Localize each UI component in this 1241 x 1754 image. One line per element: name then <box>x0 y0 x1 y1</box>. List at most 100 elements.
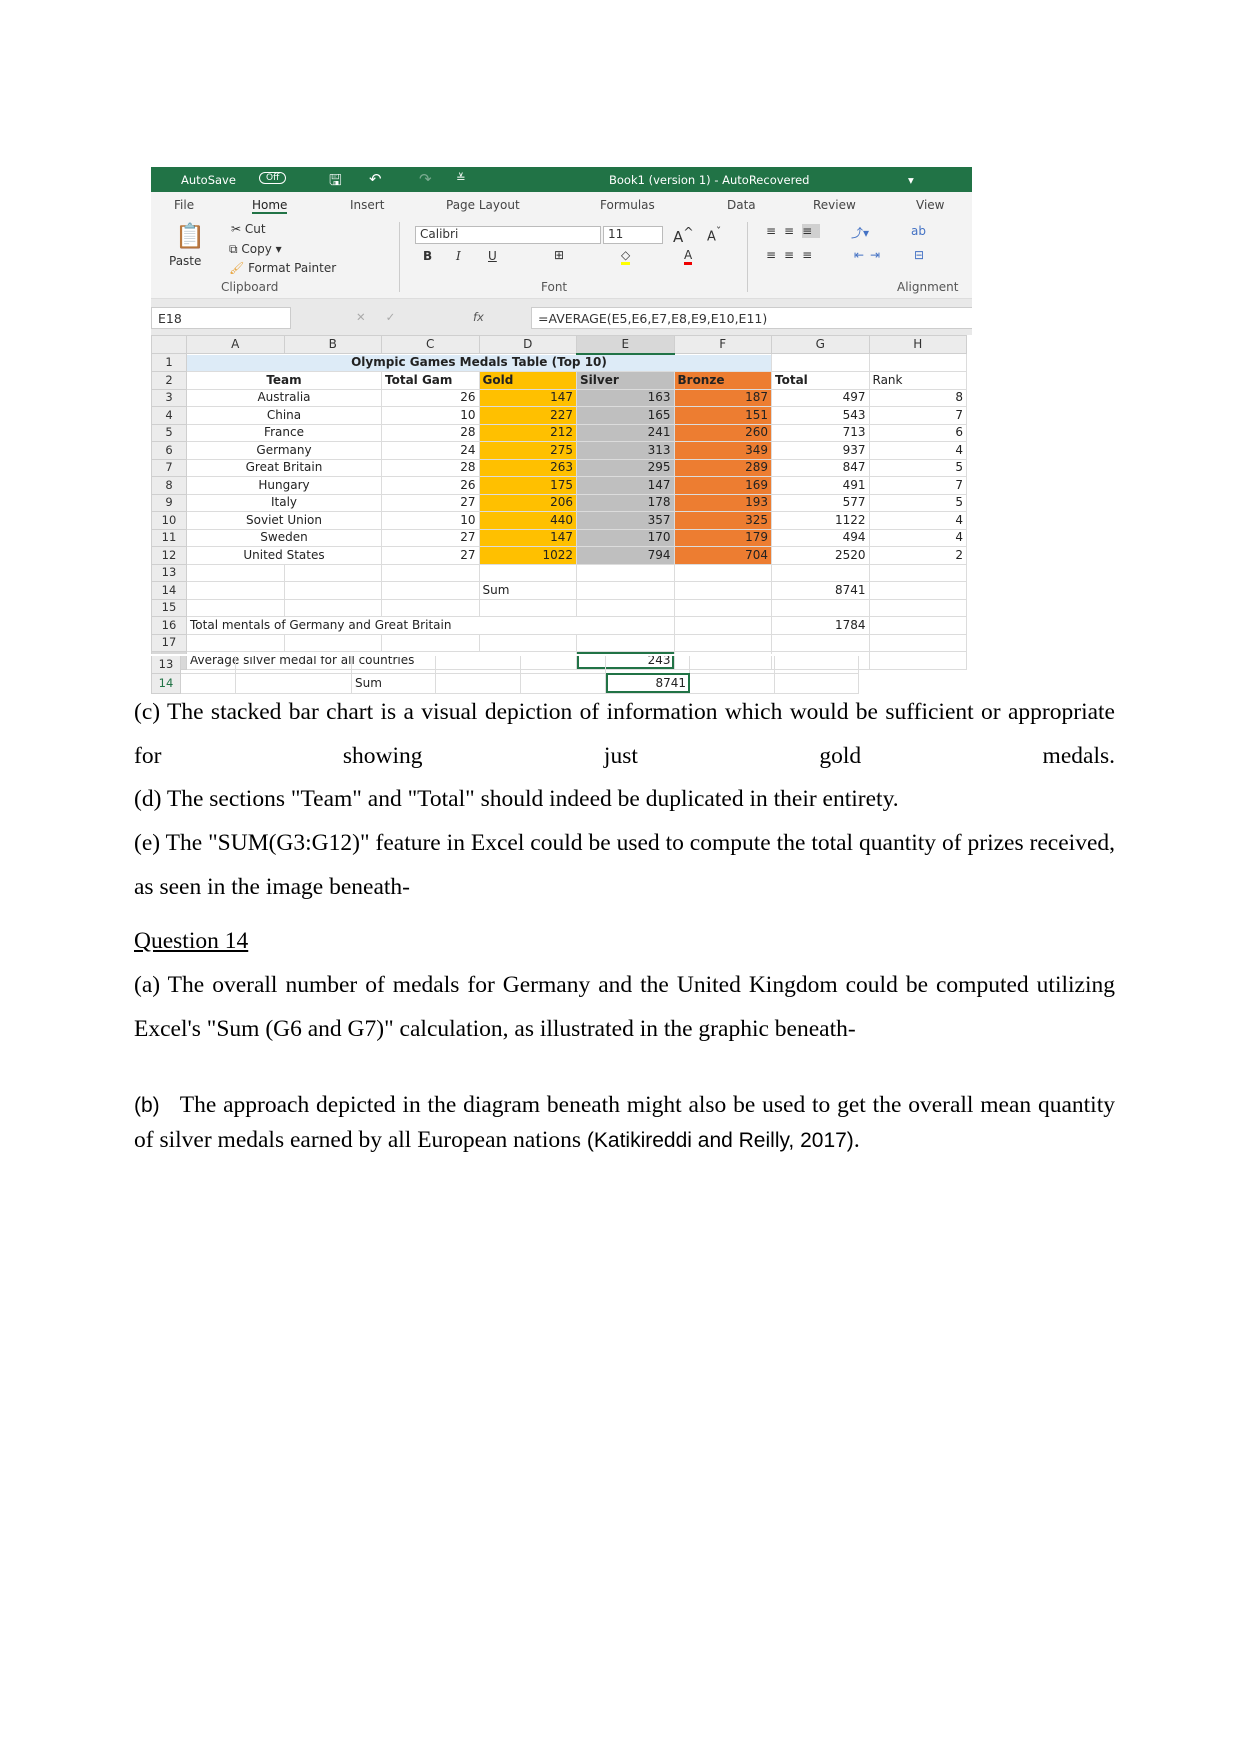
tab-insert[interactable]: Insert <box>350 198 384 212</box>
cell[interactable] <box>771 633 870 652</box>
total-cell[interactable]: 937 <box>771 441 870 460</box>
bronze-cell[interactable]: 704 <box>673 546 772 565</box>
header-total[interactable]: Total <box>771 371 870 390</box>
italic-button[interactable]: I <box>456 249 461 263</box>
games-cell[interactable]: 27 <box>381 546 480 565</box>
cell[interactable] <box>381 633 480 652</box>
germany-gb-label[interactable]: Total mentals of Germany and Great Brita… <box>186 616 674 635</box>
row-number[interactable]: 15 <box>151 598 187 617</box>
cell[interactable] <box>283 633 382 652</box>
total-cell[interactable]: 2520 <box>771 546 870 565</box>
borders-icon[interactable]: ⊞ <box>554 248 564 262</box>
team-cell[interactable]: Soviet Union <box>186 511 382 530</box>
gold-cell[interactable]: 440 <box>478 511 577 530</box>
games-cell[interactable]: 26 <box>381 388 480 407</box>
column-header-g[interactable]: G <box>771 335 870 354</box>
row-number[interactable]: 3 <box>151 388 187 407</box>
row-number[interactable]: 16 <box>151 616 187 635</box>
cell[interactable] <box>868 651 967 670</box>
indent-icons[interactable]: ⇤⇥ <box>854 248 886 262</box>
column-header-c[interactable]: C <box>381 335 480 354</box>
tab-formulas[interactable]: Formulas <box>600 198 655 212</box>
horizontal-align-icons[interactable]: ≡≡≡ <box>766 248 820 262</box>
select-all-corner[interactable] <box>151 335 187 354</box>
grow-font-icon[interactable]: A^ <box>673 224 694 246</box>
tab-review[interactable]: Review <box>813 198 856 212</box>
cell[interactable] <box>673 598 772 617</box>
bronze-cell[interactable]: 169 <box>673 476 772 495</box>
silver-cell[interactable]: 241 <box>576 423 675 442</box>
germany-gb-value[interactable]: 1784 <box>771 616 870 635</box>
row-number[interactable]: 13 <box>151 654 181 674</box>
cell[interactable] <box>771 598 870 617</box>
cell[interactable] <box>868 353 967 372</box>
gold-cell[interactable]: 275 <box>478 441 577 460</box>
column-header-d[interactable]: D <box>478 335 577 354</box>
row-number[interactable]: 1 <box>151 353 187 372</box>
bronze-cell[interactable]: 289 <box>673 458 772 477</box>
column-header-a[interactable]: A <box>186 335 285 354</box>
gold-cell[interactable]: 206 <box>478 493 577 512</box>
font-size-select[interactable]: 11 <box>603 226 663 244</box>
gold-cell[interactable]: 212 <box>478 423 577 442</box>
total-cell[interactable]: 491 <box>771 476 870 495</box>
fill-color-icon[interactable]: ◇ <box>621 248 631 265</box>
row-number[interactable]: 6 <box>151 441 187 460</box>
gold-cell[interactable]: 1022 <box>478 546 577 565</box>
cell[interactable] <box>576 598 675 617</box>
cell[interactable] <box>381 598 480 617</box>
cell[interactable] <box>576 563 675 582</box>
column-header-b[interactable]: B <box>283 335 382 354</box>
orientation-icon[interactable]: ⤴▾ <box>851 224 869 241</box>
cell[interactable] <box>283 581 382 600</box>
gold-cell[interactable]: 147 <box>478 388 577 407</box>
silver-cell[interactable]: 163 <box>576 388 675 407</box>
games-cell[interactable]: 26 <box>381 476 480 495</box>
total-cell[interactable]: 713 <box>771 423 870 442</box>
tab-data[interactable]: Data <box>727 198 756 212</box>
sum-value[interactable]: 8741 <box>771 581 870 600</box>
paste-button[interactable]: Paste <box>169 254 201 268</box>
font-name-select[interactable]: Calibri <box>415 226 601 244</box>
font-color-icon[interactable]: A <box>684 248 693 265</box>
cell[interactable] <box>381 563 480 582</box>
row-number[interactable]: 9 <box>151 493 187 512</box>
customize-icon[interactable]: ≚ <box>456 171 466 185</box>
gold-cell[interactable]: 263 <box>478 458 577 477</box>
cell[interactable] <box>478 598 577 617</box>
gold-cell[interactable]: 227 <box>478 406 577 425</box>
cell[interactable] <box>673 563 772 582</box>
cell[interactable] <box>673 633 772 652</box>
total-cell[interactable]: 494 <box>771 528 870 547</box>
bronze-cell[interactable]: 187 <box>673 388 772 407</box>
tab-view[interactable]: View <box>916 198 944 212</box>
paste-icon[interactable]: 📋 <box>175 222 205 250</box>
row-number[interactable]: 4 <box>151 406 187 425</box>
wrap-text-icon[interactable]: ab <box>911 224 926 238</box>
header-team[interactable]: Team <box>186 371 382 390</box>
tab-file[interactable]: File <box>174 198 194 212</box>
tab-home[interactable]: Home <box>252 198 288 214</box>
total-cell[interactable]: 847 <box>771 458 870 477</box>
cell[interactable] <box>673 581 772 600</box>
name-box[interactable]: E18 <box>151 307 291 329</box>
cell[interactable] <box>283 598 382 617</box>
row-number[interactable]: 7 <box>151 458 187 477</box>
insert-function-button[interactable]: fx <box>473 310 484 324</box>
cell[interactable] <box>771 353 870 372</box>
games-cell[interactable]: 10 <box>381 406 480 425</box>
team-cell[interactable]: China <box>186 406 382 425</box>
sum-label[interactable]: Sum <box>478 581 577 600</box>
bronze-cell[interactable]: 193 <box>673 493 772 512</box>
autosave-toggle[interactable]: Off <box>259 172 287 184</box>
team-cell[interactable]: United States <box>186 546 382 565</box>
row-number[interactable]: 12 <box>151 546 187 565</box>
total-cell[interactable]: 497 <box>771 388 870 407</box>
team-cell[interactable]: France <box>186 423 382 442</box>
games-cell[interactable]: 27 <box>381 493 480 512</box>
cell[interactable] <box>381 581 480 600</box>
chevron-down-icon[interactable]: ▾ <box>908 173 914 187</box>
cell[interactable] <box>868 563 967 582</box>
team-cell[interactable]: Sweden <box>186 528 382 547</box>
rank-cell[interactable]: 4 <box>868 511 967 530</box>
